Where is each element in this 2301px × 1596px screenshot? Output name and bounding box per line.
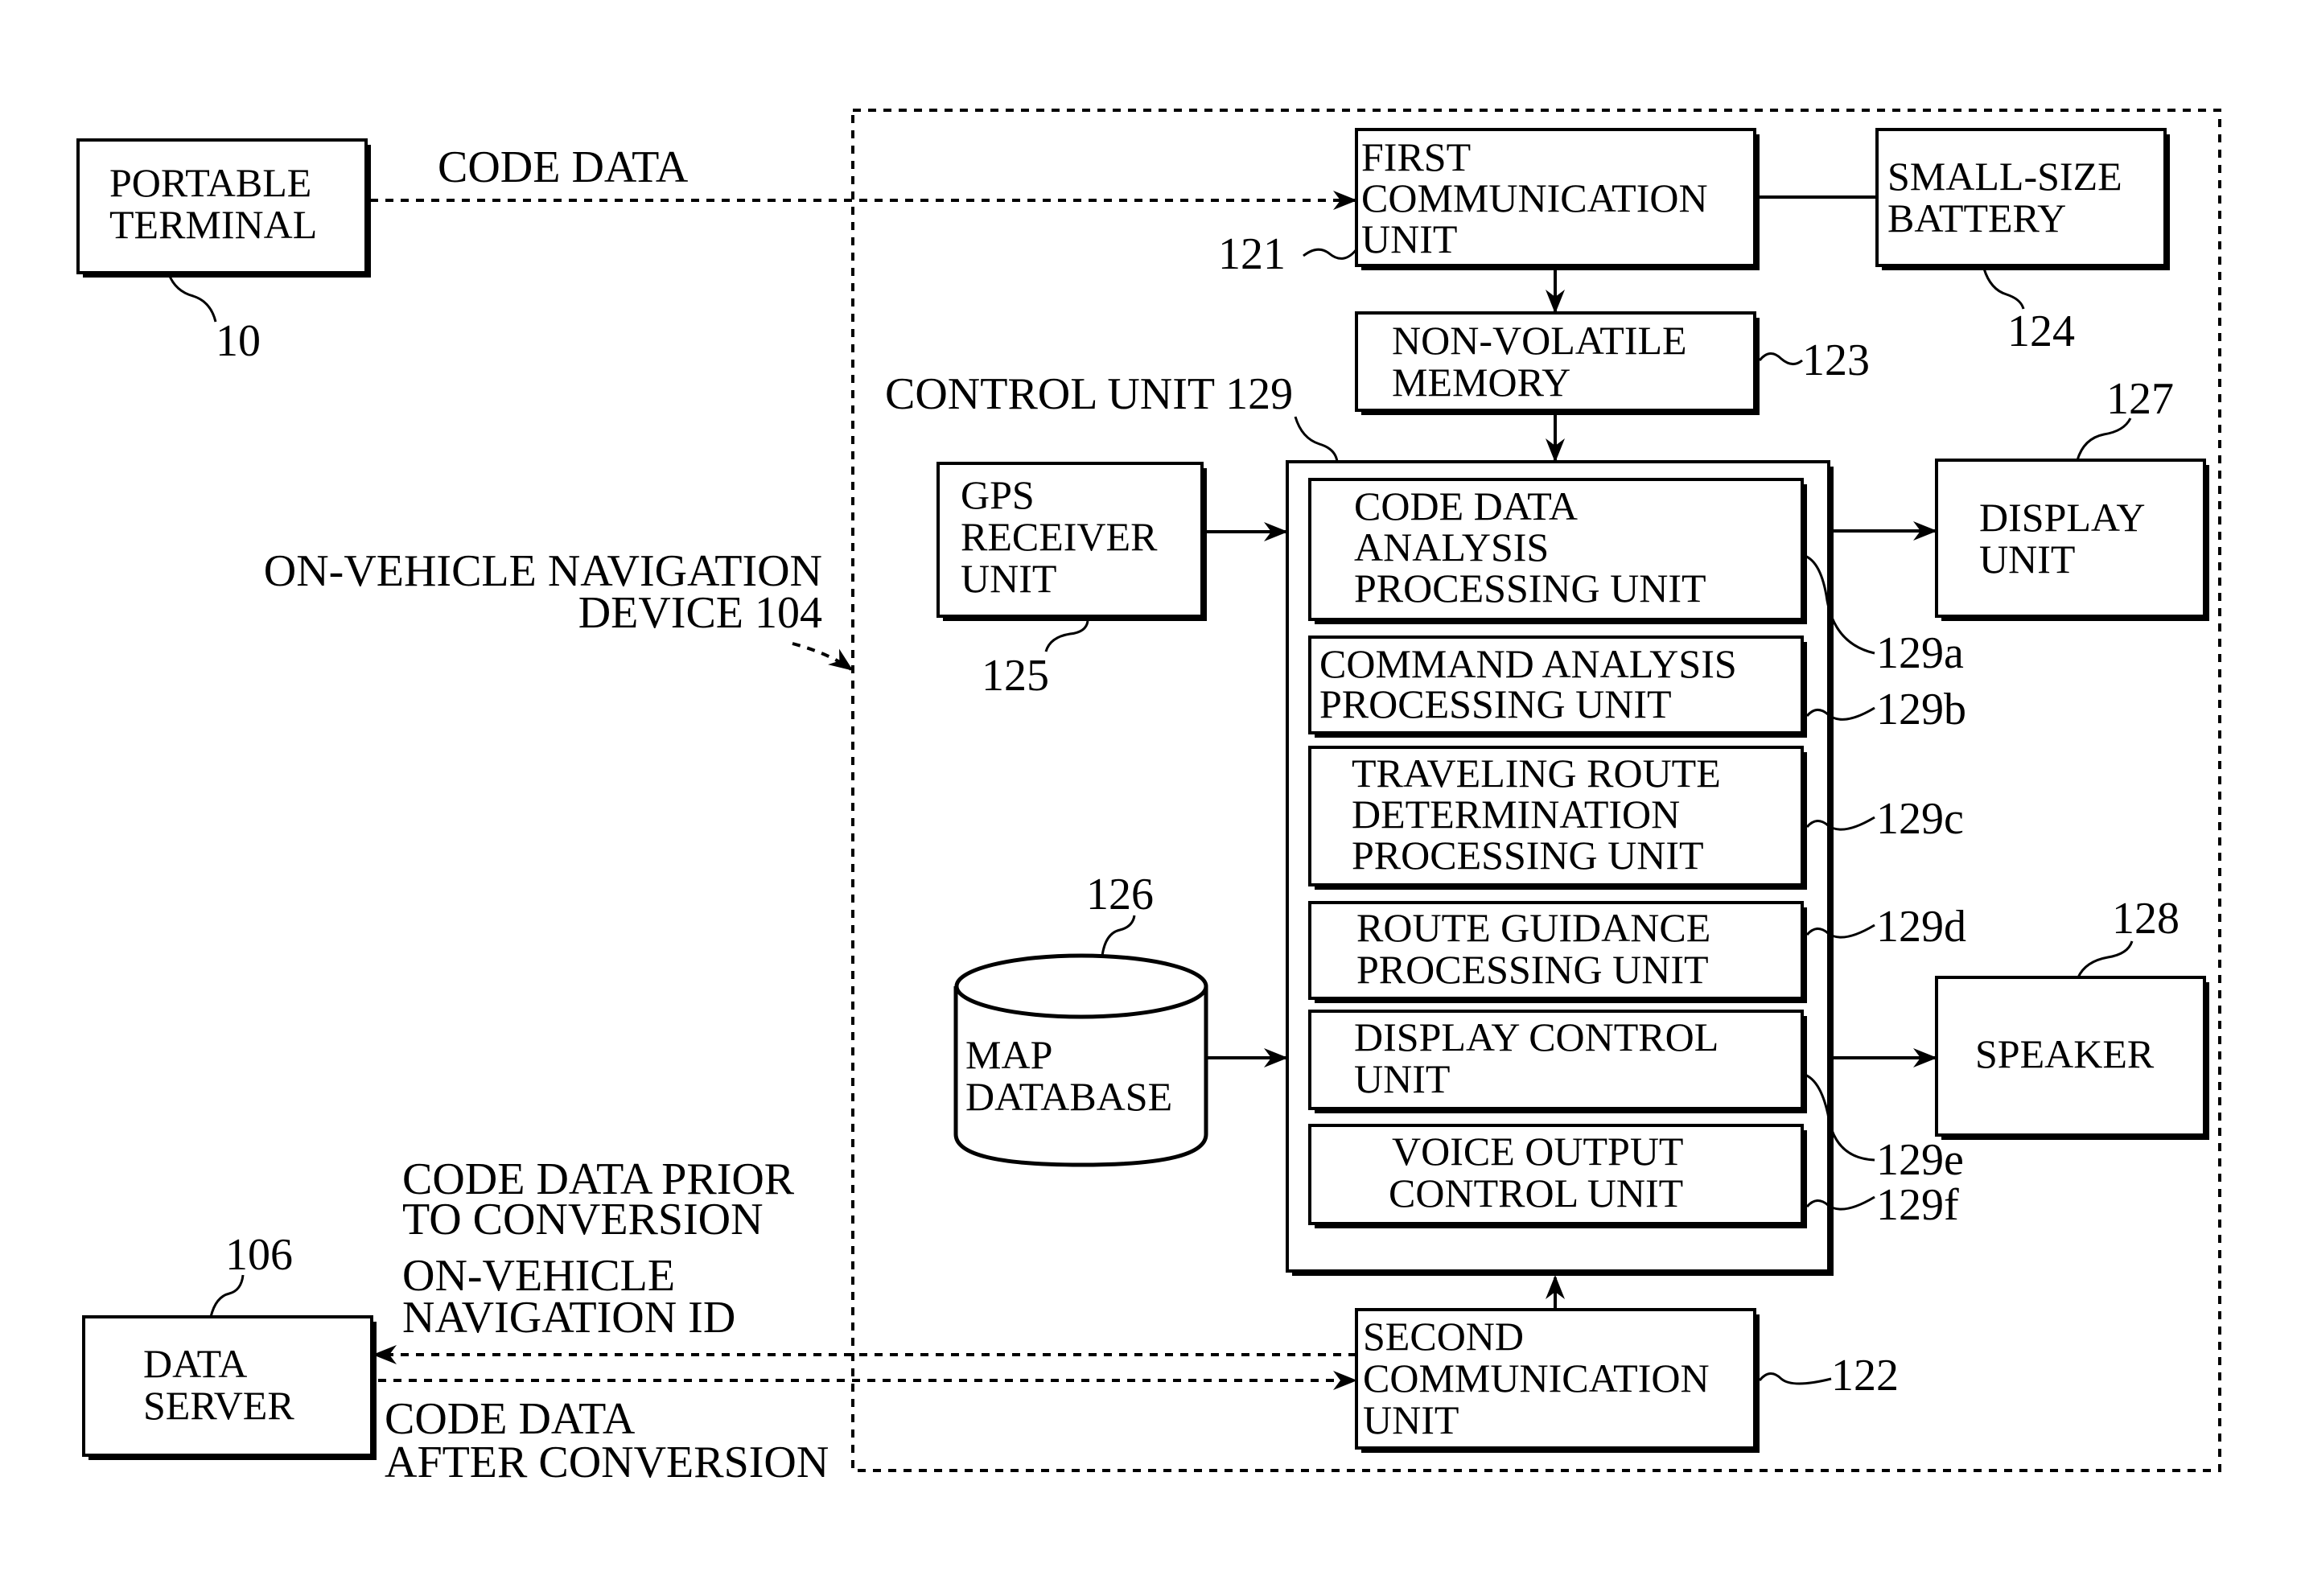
memory-line1: NON-VOLATILE xyxy=(1392,318,1687,363)
device-label-line2: DEVICE 104 xyxy=(578,588,822,638)
sub-unit-f-line2: CONTROL UNIT xyxy=(1389,1170,1683,1216)
control-unit-label: CONTROL UNIT 129 xyxy=(885,369,1293,419)
sub-unit-c-ref: 129c xyxy=(1876,794,1964,844)
sub-unit-c-line2: DETERMINATION xyxy=(1352,792,1680,837)
small-size-battery-block: SMALL-SIZE BATTERY 124 xyxy=(1875,128,2170,356)
gps-receiver-unit-block: GPS RECEIVER UNIT 125 xyxy=(936,462,1207,701)
speaker-ref: 128 xyxy=(2112,894,2180,944)
map-db-ref: 126 xyxy=(1086,870,1154,919)
sub-unit-a-line2: ANALYSIS xyxy=(1354,524,1549,570)
data-server-line2: SERVER xyxy=(143,1383,294,1428)
sub-unit-route-guidance: ROUTE GUIDANCE PROCESSING UNIT xyxy=(1308,901,1807,1003)
second-communication-unit-block: SECOND COMMUNICATION UNIT 122 xyxy=(1355,1308,1899,1453)
sub-unit-e-line1: DISPLAY CONTROL xyxy=(1354,1014,1719,1059)
block-diagram: ON-VEHICLE NAVIGATION DEVICE 104 PORTABL… xyxy=(76,109,2221,1487)
first-comm-line3: UNIT xyxy=(1361,216,1457,261)
sub-unit-d-ref: 129d xyxy=(1876,902,1966,952)
first-comm-line1: FIRST xyxy=(1361,134,1471,179)
sub-unit-f-line1: VOICE OUTPUT xyxy=(1392,1129,1683,1174)
gps-line2: RECEIVER xyxy=(961,514,1158,559)
portable-terminal-label-line2: TERMINAL xyxy=(109,202,317,247)
sub-unit-b-ref: 129b xyxy=(1876,685,1966,734)
gps-ref: 125 xyxy=(982,651,1049,701)
sub-unit-e-line2: UNIT xyxy=(1354,1056,1450,1101)
sub-unit-c-line1: TRAVELING ROUTE xyxy=(1352,751,1721,796)
display-unit-line2: UNIT xyxy=(1979,537,2075,582)
sub-unit-code-data-analysis: CODE DATA ANALYSIS PROCESSING UNIT xyxy=(1308,478,1807,624)
sub-unit-display-control: DISPLAY CONTROL UNIT xyxy=(1308,1010,1807,1113)
sub-unit-a-line1: CODE DATA xyxy=(1354,483,1578,529)
sub-unit-d-line1: ROUTE GUIDANCE xyxy=(1356,905,1710,950)
map-db-line2: DATABASE xyxy=(965,1074,1172,1119)
sub-unit-e-ref: 129e xyxy=(1876,1135,1964,1185)
nav-id-line2: NAVIGATION ID xyxy=(402,1293,735,1343)
second-comm-ref: 122 xyxy=(1831,1351,1899,1401)
non-volatile-memory-block: NON-VOLATILE MEMORY 123 xyxy=(1355,311,1870,415)
first-comm-ref: 121 xyxy=(1218,229,1286,279)
memory-line2: MEMORY xyxy=(1392,360,1570,405)
data-server-ref: 106 xyxy=(225,1230,293,1280)
speaker-block: SPEAKER 128 xyxy=(1935,894,2209,1140)
sub-unit-traveling-route: TRAVELING ROUTE DETERMINATION PROCESSING… xyxy=(1308,746,1807,890)
battery-ref: 124 xyxy=(2007,306,2075,356)
device-pointer-arrow xyxy=(792,642,854,671)
gps-line3: UNIT xyxy=(961,556,1056,601)
sub-unit-a-line3: PROCESSING UNIT xyxy=(1354,566,1706,611)
sub-unit-c-line3: PROCESSING UNIT xyxy=(1352,833,1704,878)
battery-line1: SMALL-SIZE xyxy=(1887,154,2122,199)
speaker-label: SPEAKER xyxy=(1975,1031,2155,1076)
after-conversion-line2: AFTER CONVERSION xyxy=(385,1438,829,1487)
portable-terminal-block: PORTABLE TERMINAL 10 xyxy=(76,138,371,366)
sub-unit-command-analysis: COMMAND ANALYSIS PROCESSING UNIT xyxy=(1308,636,1807,738)
map-database-block: MAP DATABASE 126 xyxy=(953,870,1208,1167)
battery-line2: BATTERY xyxy=(1887,195,2066,241)
portable-terminal-ref: 10 xyxy=(216,316,261,366)
gps-line1: GPS xyxy=(961,472,1035,517)
data-server-line1: DATA xyxy=(143,1341,247,1386)
sub-unit-b-line1: COMMAND ANALYSIS xyxy=(1319,641,1737,686)
after-conversion-line1: CODE DATA xyxy=(385,1394,636,1444)
first-comm-line2: COMMUNICATION xyxy=(1361,175,1708,220)
second-comm-line2: COMMUNICATION xyxy=(1363,1355,1710,1401)
first-communication-unit-block: FIRST COMMUNICATION UNIT 121 xyxy=(1218,128,1760,279)
display-unit-ref: 127 xyxy=(2106,374,2174,424)
sub-unit-f-ref: 129f xyxy=(1876,1180,1959,1230)
code-data-label: CODE DATA xyxy=(438,142,689,192)
display-unit-line1: DISPLAY xyxy=(1979,495,2146,540)
sub-unit-voice-output: VOICE OUTPUT CONTROL UNIT xyxy=(1308,1124,1807,1228)
second-comm-line3: UNIT xyxy=(1363,1397,1459,1442)
portable-terminal-label-line1: PORTABLE xyxy=(109,160,311,205)
data-server-block: DATA SERVER 106 xyxy=(82,1230,377,1460)
second-comm-line1: SECOND xyxy=(1363,1314,1524,1359)
prior-conversion-line2: TO CONVERSION xyxy=(402,1195,764,1244)
memory-ref: 123 xyxy=(1802,335,1870,385)
sub-unit-d-line2: PROCESSING UNIT xyxy=(1356,947,1709,992)
map-db-line1: MAP xyxy=(965,1032,1052,1077)
sub-unit-a-ref: 129a xyxy=(1876,628,1964,678)
display-unit-block: DISPLAY UNIT 127 xyxy=(1935,374,2209,621)
sub-unit-b-line2: PROCESSING UNIT xyxy=(1319,681,1672,726)
